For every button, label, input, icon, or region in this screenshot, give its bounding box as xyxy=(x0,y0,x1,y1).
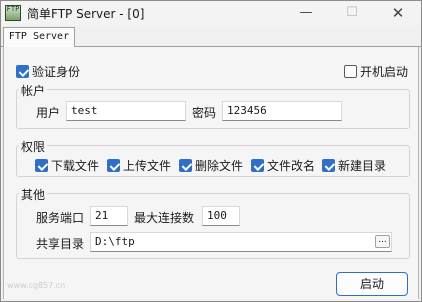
max-connections-input[interactable]: 100 xyxy=(202,206,240,226)
perm-delete-checkbox[interactable]: 删除文件 xyxy=(179,157,243,174)
browse-button[interactable]: ... xyxy=(375,235,390,248)
autostart-checkbox-label: 开机启动 xyxy=(360,65,409,79)
perm-rename-checkbox[interactable]: 文件改名 xyxy=(251,157,315,174)
perm-mkdir-checkbox[interactable]: 新建目录 xyxy=(322,157,386,174)
maximize-icon: ☐ xyxy=(346,5,358,20)
password-label: 密码 xyxy=(192,106,217,120)
auth-checkbox-label: 验证身份 xyxy=(32,65,81,79)
perm-rename-label: 文件改名 xyxy=(267,159,316,173)
ftp-app-icon: FTP xyxy=(5,5,21,21)
password-input[interactable]: 123456 xyxy=(222,101,342,121)
close-button[interactable]: ✕ xyxy=(375,1,421,25)
checkbox-checked-icon xyxy=(179,159,192,172)
shared-dir-input[interactable]: D:\ftp xyxy=(90,232,392,252)
close-icon: ✕ xyxy=(391,4,405,22)
perm-mkdir-label: 新建目录 xyxy=(338,159,387,173)
perm-upload-label: 上传文件 xyxy=(123,159,172,173)
ellipsis-icon: ... xyxy=(378,235,387,245)
port-label: 服务端口 xyxy=(36,211,85,225)
perm-delete-label: 删除文件 xyxy=(195,159,244,173)
account-group-title: 帐户 xyxy=(19,82,48,99)
auth-checkbox[interactable]: 验证身份 xyxy=(16,63,80,80)
other-group-title: 其他 xyxy=(19,186,48,203)
perm-upload-checkbox[interactable]: 上传文件 xyxy=(107,157,171,174)
checkbox-checked-icon xyxy=(107,159,120,172)
minimize-button[interactable]: — xyxy=(283,1,329,25)
title-bar[interactable]: FTP 简单FTP Server - [0] — ☐ ✕ xyxy=(1,1,421,25)
user-label: 用户 xyxy=(36,106,61,120)
checkbox-unchecked-icon xyxy=(344,65,357,78)
tab-panel: 验证身份 开机启动 帐户 用户 test 密码 123456 权限 下载文件 上… xyxy=(3,47,419,299)
max-connections-label: 最大连接数 xyxy=(134,211,195,225)
start-button[interactable]: 启动 xyxy=(336,272,408,296)
checkbox-checked-icon xyxy=(16,65,29,78)
tab-ftp-server[interactable]: FTP Server xyxy=(3,27,75,48)
user-input[interactable]: test xyxy=(66,101,186,121)
watermark: www.cg857.cn xyxy=(7,281,66,290)
perm-download-checkbox[interactable]: 下载文件 xyxy=(35,157,99,174)
minimize-icon: — xyxy=(299,5,313,20)
checkbox-checked-icon xyxy=(251,159,264,172)
app-window: FTP 简单FTP Server - [0] — ☐ ✕ FTP Server … xyxy=(0,0,422,302)
checkbox-checked-icon xyxy=(322,159,335,172)
maximize-button[interactable]: ☐ xyxy=(329,1,375,25)
perm-download-label: 下载文件 xyxy=(51,159,100,173)
checkbox-checked-icon xyxy=(35,159,48,172)
window-title: 简单FTP Server - [0] xyxy=(27,7,145,21)
shared-dir-label: 共享目录 xyxy=(36,237,85,251)
permissions-group-title: 权限 xyxy=(19,138,48,155)
tab-strip: FTP Server xyxy=(1,25,421,48)
autostart-checkbox[interactable]: 开机启动 xyxy=(344,63,408,80)
port-input[interactable]: 21 xyxy=(90,206,128,226)
